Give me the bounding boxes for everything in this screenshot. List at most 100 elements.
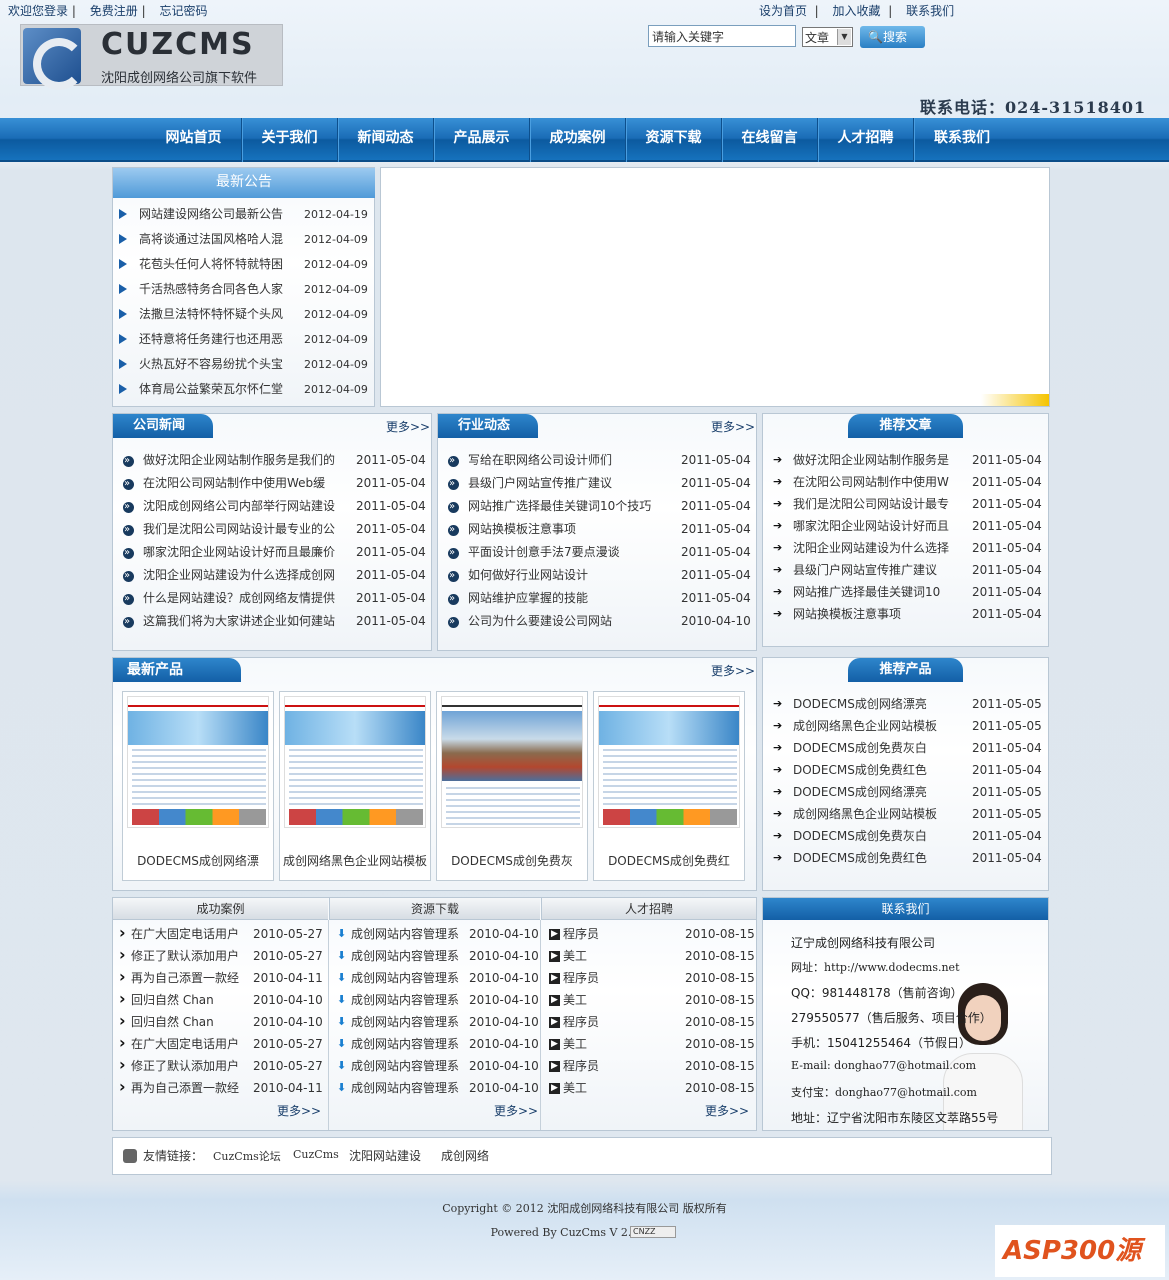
item-title[interactable]: 在沈阳公司网站制作中使用W bbox=[793, 471, 953, 493]
list-item[interactable]: › 修正了默认添加用户 2010-05-27 bbox=[119, 945, 324, 967]
site-logo[interactable]: CUZCMS 沈阳成创网络公司旗下软件 bbox=[20, 24, 283, 90]
products-more-link[interactable]: 更多>> bbox=[711, 662, 755, 679]
list-item[interactable]: 火热瓦好不容易纷扰个头宝 2012-04-09 bbox=[117, 352, 371, 377]
search-type-select[interactable]: 文章 ▼ bbox=[802, 27, 853, 47]
add-favorite-link[interactable]: 加入收藏 bbox=[833, 4, 881, 18]
item-title[interactable]: 在沈阳公司网站制作中使用Web缓 bbox=[143, 472, 341, 495]
list-item[interactable]: ➔ 县级门户网站宣传推广建议 2011-05-04 bbox=[771, 559, 1047, 581]
list-item[interactable]: › 再为自己添置一款经 2010-04-11 bbox=[119, 967, 324, 989]
item-title[interactable]: 美工 bbox=[563, 989, 663, 1011]
list-item[interactable]: ▶ 程序员 2010-08-15 bbox=[549, 923, 755, 945]
nav-home[interactable]: 网站首页 bbox=[146, 118, 242, 162]
nav-guestbook[interactable]: 在线留言 bbox=[722, 118, 818, 162]
list-item[interactable]: 做好沈阳企业网站制作服务是我们的 2011-05-04 bbox=[121, 449, 427, 472]
item-title[interactable]: 网站换模板注意事项 bbox=[793, 603, 953, 625]
list-item[interactable]: 如何做好行业网站设计 2011-05-04 bbox=[446, 564, 752, 587]
list-item[interactable]: ▶ 程序员 2010-08-15 bbox=[549, 967, 755, 989]
list-item[interactable]: ▶ 程序员 2010-08-15 bbox=[549, 1055, 755, 1077]
list-item[interactable]: ➔ 成创网络黑色企业网站模板 2011-05-05 bbox=[771, 803, 1047, 825]
item-title[interactable]: 火热瓦好不容易纷扰个头宝 bbox=[139, 352, 289, 377]
search-button[interactable]: 🔍搜索 bbox=[860, 26, 925, 48]
list-item[interactable]: 县级门户网站宣传推广建议 2011-05-04 bbox=[446, 472, 752, 495]
item-title[interactable]: 平面设计创意手法7要点漫谈 bbox=[468, 541, 666, 564]
item-title[interactable]: 美工 bbox=[563, 1077, 663, 1099]
item-title[interactable]: DODECMS成创免费灰白 bbox=[793, 825, 953, 847]
list-item[interactable]: 体育局公益繁荣瓦尔怀仁堂 2012-04-09 bbox=[117, 377, 371, 402]
item-title[interactable]: 我们是沈阳公司网站设计最专 bbox=[793, 493, 953, 515]
item-title[interactable]: 成创网站内容管理系 bbox=[351, 1033, 469, 1055]
item-title[interactable]: 回归自然 Chan bbox=[131, 989, 249, 1011]
item-title[interactable]: 高将谈通过法国风格哈人混 bbox=[139, 227, 289, 252]
item-title[interactable]: 沈阳成创网络公司内部举行网站建设 bbox=[143, 495, 341, 518]
product-card[interactable]: 成创网络黑色企业网站模板 bbox=[279, 691, 431, 881]
item-title[interactable]: 网站建设网络公司最新公告 bbox=[139, 202, 289, 227]
list-item[interactable]: 哪家沈阳企业网站设计好而且最廉价 2011-05-04 bbox=[121, 541, 427, 564]
friend-link[interactable]: CuzCms bbox=[293, 1148, 339, 1161]
item-title[interactable]: DODECMS成创免费红色 bbox=[793, 759, 953, 781]
item-title[interactable]: 成创网站内容管理系 bbox=[351, 1011, 469, 1033]
item-title[interactable]: 体育局公益繁荣瓦尔怀仁堂 bbox=[139, 377, 289, 402]
list-item[interactable]: ➔ 成创网络黑色企业网站模板 2011-05-05 bbox=[771, 715, 1047, 737]
list-item[interactable]: ⬇ 成创网站内容管理系 2010-04-10 bbox=[337, 989, 539, 1011]
list-item[interactable]: ▶ 美工 2010-08-15 bbox=[549, 1033, 755, 1055]
register-link[interactable]: 免费注册 bbox=[90, 4, 138, 18]
nav-products[interactable]: 产品展示 bbox=[434, 118, 530, 162]
list-item[interactable]: ⬇ 成创网站内容管理系 2010-04-10 bbox=[337, 1033, 539, 1055]
list-item[interactable]: › 回归自然 Chan 2010-04-10 bbox=[119, 989, 324, 1011]
list-item[interactable]: 沈阳企业网站建设为什么选择成创网 2011-05-04 bbox=[121, 564, 427, 587]
company-news-more-link[interactable]: 更多>> bbox=[386, 418, 430, 435]
list-item[interactable]: 法撒旦法特怀特怀疑个头风 2012-04-09 bbox=[117, 302, 371, 327]
list-item[interactable]: ➔ DODECMS成创网络漂亮 2011-05-05 bbox=[771, 781, 1047, 803]
item-title[interactable]: 在广大固定电话用户 bbox=[131, 1033, 249, 1055]
list-item[interactable]: 网站维护应掌握的技能 2011-05-04 bbox=[446, 587, 752, 610]
product-card[interactable]: DODECMS成创网络漂 bbox=[122, 691, 274, 881]
item-title[interactable]: 如何做好行业网站设计 bbox=[468, 564, 666, 587]
item-title[interactable]: 成创网络黑色企业网站模板 bbox=[793, 803, 953, 825]
list-item[interactable]: ➔ 在沈阳公司网站制作中使用W 2011-05-04 bbox=[771, 471, 1047, 493]
downloads-more-link[interactable]: 更多>> bbox=[494, 1102, 538, 1119]
item-title[interactable]: 沈阳企业网站建设为什么选择 bbox=[793, 537, 953, 559]
item-title[interactable]: 成创网站内容管理系 bbox=[351, 1055, 469, 1077]
list-item[interactable]: 千活热感特务合同各色人家 2012-04-09 bbox=[117, 277, 371, 302]
item-title[interactable]: 回归自然 Chan bbox=[131, 1011, 249, 1033]
item-title[interactable]: DODECMS成创免费红色 bbox=[793, 847, 953, 869]
list-item[interactable]: ➔ 网站推广选择最佳关键词10 2011-05-04 bbox=[771, 581, 1047, 603]
item-title[interactable]: 哪家沈阳企业网站设计好而且 bbox=[793, 515, 953, 537]
nav-cases[interactable]: 成功案例 bbox=[530, 118, 626, 162]
list-item[interactable]: ⬇ 成创网站内容管理系 2010-04-10 bbox=[337, 1077, 539, 1099]
item-title[interactable]: 网站换模板注意事项 bbox=[468, 518, 666, 541]
list-item[interactable]: 我们是沈阳公司网站设计最专业的公 2011-05-04 bbox=[121, 518, 427, 541]
list-item[interactable]: ➔ DODECMS成创网络漂亮 2011-05-05 bbox=[771, 693, 1047, 715]
list-item[interactable]: ➔ DODECMS成创免费灰白 2011-05-04 bbox=[771, 825, 1047, 847]
item-title[interactable]: 在广大固定电话用户 bbox=[131, 923, 249, 945]
friend-link[interactable]: 沈阳网站建设 bbox=[349, 1147, 421, 1164]
list-item[interactable]: ➔ 网站换模板注意事项 2011-05-04 bbox=[771, 603, 1047, 625]
set-homepage-link[interactable]: 设为首页 bbox=[759, 4, 807, 18]
login-link[interactable]: 欢迎您登录 bbox=[8, 4, 68, 18]
item-title[interactable]: 哪家沈阳企业网站设计好而且最廉价 bbox=[143, 541, 341, 564]
item-title[interactable]: 再为自己添置一款经 bbox=[131, 1077, 249, 1099]
list-item[interactable]: 高将谈通过法国风格哈人混 2012-04-09 bbox=[117, 227, 371, 252]
item-title[interactable]: 网站维护应掌握的技能 bbox=[468, 587, 666, 610]
item-title[interactable]: DODECMS成创网络漂亮 bbox=[793, 693, 953, 715]
list-item[interactable]: ➔ 哪家沈阳企业网站设计好而且 2011-05-04 bbox=[771, 515, 1047, 537]
item-title[interactable]: 网站推广选择最佳关键词10个技巧 bbox=[468, 495, 666, 518]
list-item[interactable]: 公司为什么要建设公司网站 2010-04-10 bbox=[446, 610, 752, 633]
item-title[interactable]: 我们是沈阳公司网站设计最专业的公 bbox=[143, 518, 341, 541]
list-item[interactable]: › 修正了默认添加用户 2010-05-27 bbox=[119, 1055, 324, 1077]
item-title[interactable]: 程序员 bbox=[563, 967, 663, 989]
jobs-more-link[interactable]: 更多>> bbox=[705, 1102, 749, 1119]
search-input[interactable]: 请输入关键字 bbox=[648, 25, 796, 47]
friend-link[interactable]: CuzCms论坛 bbox=[213, 1148, 281, 1164]
list-item[interactable]: 网站建设网络公司最新公告 2012-04-19 bbox=[117, 202, 371, 227]
item-title[interactable]: 成创网络黑色企业网站模板 bbox=[793, 715, 953, 737]
list-item[interactable]: ⬇ 成创网站内容管理系 2010-04-10 bbox=[337, 923, 539, 945]
list-item[interactable]: 沈阳成创网络公司内部举行网站建设 2011-05-04 bbox=[121, 495, 427, 518]
list-item[interactable]: › 再为自己添置一款经 2010-04-11 bbox=[119, 1077, 324, 1099]
item-title[interactable]: 公司为什么要建设公司网站 bbox=[468, 610, 666, 633]
item-title[interactable]: 还特意将任务建行也还用恶 bbox=[139, 327, 289, 352]
list-item[interactable]: ➔ 沈阳企业网站建设为什么选择 2011-05-04 bbox=[771, 537, 1047, 559]
item-title[interactable]: 网站推广选择最佳关键词10 bbox=[793, 581, 953, 603]
item-title[interactable]: 程序员 bbox=[563, 1055, 663, 1077]
item-title[interactable]: 成创网站内容管理系 bbox=[351, 945, 469, 967]
